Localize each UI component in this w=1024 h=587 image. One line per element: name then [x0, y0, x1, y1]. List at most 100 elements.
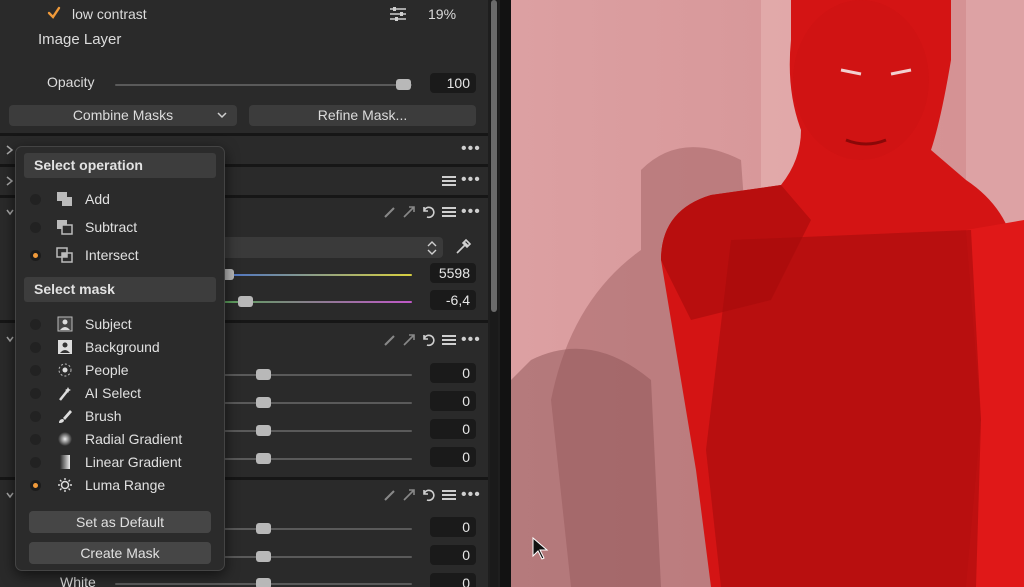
- menu-icon[interactable]: [442, 489, 456, 501]
- picker-icon[interactable]: [383, 488, 397, 502]
- slider-knob[interactable]: [256, 453, 271, 464]
- kelvin-value[interactable]: 5598: [430, 263, 476, 283]
- intersect-icon: [56, 247, 73, 263]
- operation-add-label: Add: [85, 191, 110, 207]
- mask-background[interactable]: Background: [16, 336, 224, 358]
- chevron-right-icon: [6, 145, 14, 155]
- slider-track[interactable]: [224, 556, 412, 558]
- reset-icon[interactable]: [421, 205, 435, 219]
- slider-track[interactable]: [224, 458, 412, 460]
- operation-subtract-label: Subtract: [85, 219, 138, 235]
- mask-people[interactable]: People: [16, 359, 224, 381]
- slider-value[interactable]: 0: [430, 573, 476, 587]
- opacity-slider-knob[interactable]: [396, 79, 411, 90]
- set-as-default-button[interactable]: Set as Default: [29, 511, 211, 533]
- white-label: White: [60, 574, 96, 587]
- radio[interactable]: [30, 434, 41, 445]
- picker-icon[interactable]: [383, 205, 397, 219]
- layer-checkbox[interactable]: [46, 5, 62, 21]
- slider-value[interactable]: 0: [430, 419, 476, 439]
- select-operation-header: Select operation: [24, 153, 216, 178]
- slider-knob[interactable]: [256, 425, 271, 436]
- mask-background-label: Background: [85, 339, 160, 355]
- brush-icon: [59, 410, 72, 423]
- tint-slider-knob[interactable]: [238, 296, 253, 307]
- slider-track[interactable]: [224, 402, 412, 404]
- slider-value[interactable]: 0: [430, 517, 476, 537]
- tint-value[interactable]: -6,4: [430, 290, 476, 310]
- mask-radial-gradient[interactable]: Radial Gradient: [16, 428, 224, 450]
- kelvin-slider-track[interactable]: [224, 274, 412, 276]
- radio[interactable]: [30, 342, 41, 353]
- menu-icon[interactable]: [442, 334, 456, 346]
- more-icon[interactable]: •••: [461, 172, 481, 188]
- subject-icon: [57, 316, 73, 332]
- mask-linear-gradient[interactable]: Linear Gradient: [16, 451, 224, 473]
- slider-track[interactable]: [224, 430, 412, 432]
- reset-icon[interactable]: [421, 488, 435, 502]
- mask-luma-range[interactable]: Luma Range: [16, 474, 224, 496]
- scrollbar-thumb[interactable]: [491, 0, 497, 312]
- radio[interactable]: [30, 319, 41, 330]
- radio[interactable]: [30, 457, 41, 468]
- more-icon[interactable]: •••: [461, 487, 481, 503]
- slider-track[interactable]: [224, 374, 412, 376]
- chevron-down-icon[interactable]: [6, 490, 14, 500]
- radio[interactable]: [30, 194, 41, 205]
- mask-linear-gradient-label: Linear Gradient: [85, 454, 182, 470]
- panel-scrollbar[interactable]: [490, 0, 498, 587]
- mask-radial-gradient-label: Radial Gradient: [85, 431, 183, 447]
- mask-ai-select[interactable]: AI Select: [16, 382, 224, 404]
- image-layer-title: Image Layer: [38, 31, 122, 48]
- eyedropper-icon[interactable]: [454, 238, 472, 256]
- mask-subject[interactable]: Subject: [16, 313, 224, 335]
- slider-value[interactable]: 0: [430, 545, 476, 565]
- slider-knob[interactable]: [256, 578, 271, 587]
- mask-luma-range-label: Luma Range: [85, 477, 166, 493]
- slider-knob[interactable]: [256, 523, 271, 534]
- radio-selected[interactable]: [30, 250, 41, 261]
- mask-brush[interactable]: Brush: [16, 405, 224, 427]
- chevron-down-icon[interactable]: [6, 334, 14, 344]
- slider-knob[interactable]: [256, 397, 271, 408]
- layers-tool: low contrast 19% Image Layer Opacity 100…: [0, 0, 488, 133]
- layer-adjust-icon[interactable]: [389, 6, 407, 22]
- more-icon[interactable]: •••: [461, 141, 481, 157]
- refine-mask-button[interactable]: Refine Mask...: [249, 105, 476, 126]
- slider-knob[interactable]: [256, 551, 271, 562]
- expand-icon[interactable]: [402, 488, 416, 502]
- layer-opacity-value: 19%: [428, 6, 457, 22]
- more-icon[interactable]: •••: [461, 204, 481, 220]
- radio[interactable]: [30, 411, 41, 422]
- checkmark-icon: [47, 6, 61, 19]
- radio-selected[interactable]: [30, 480, 41, 491]
- slider-track[interactable]: [224, 528, 412, 530]
- slider-value[interactable]: 0: [430, 391, 476, 411]
- opacity-value[interactable]: 100: [430, 73, 476, 93]
- more-icon[interactable]: •••: [461, 332, 481, 348]
- radio[interactable]: [30, 222, 41, 233]
- expand-icon[interactable]: [402, 205, 416, 219]
- opacity-slider-track[interactable]: [115, 84, 412, 86]
- radio[interactable]: [30, 388, 41, 399]
- combine-masks-button[interactable]: Combine Masks: [9, 105, 237, 126]
- image-viewer[interactable]: [511, 0, 1024, 587]
- menu-icon[interactable]: [442, 206, 456, 218]
- photo-with-mask-overlay: [511, 0, 1024, 587]
- expand-icon[interactable]: [402, 333, 416, 347]
- operation-add[interactable]: Add: [16, 188, 224, 210]
- wb-mode-select[interactable]: [220, 237, 443, 258]
- slider-value[interactable]: 0: [430, 447, 476, 467]
- chevron-down-icon[interactable]: [6, 207, 14, 217]
- reset-icon[interactable]: [421, 333, 435, 347]
- picker-icon[interactable]: [383, 333, 397, 347]
- mask-subject-label: Subject: [85, 316, 132, 332]
- slider-knob[interactable]: [256, 369, 271, 380]
- menu-icon[interactable]: [442, 175, 456, 187]
- create-mask-button[interactable]: Create Mask: [29, 542, 211, 564]
- operation-intersect[interactable]: Intersect: [16, 244, 224, 266]
- slider-value[interactable]: 0: [430, 363, 476, 383]
- operation-subtract[interactable]: Subtract: [16, 216, 224, 238]
- radio[interactable]: [30, 365, 41, 376]
- subtract-icon: [57, 220, 73, 235]
